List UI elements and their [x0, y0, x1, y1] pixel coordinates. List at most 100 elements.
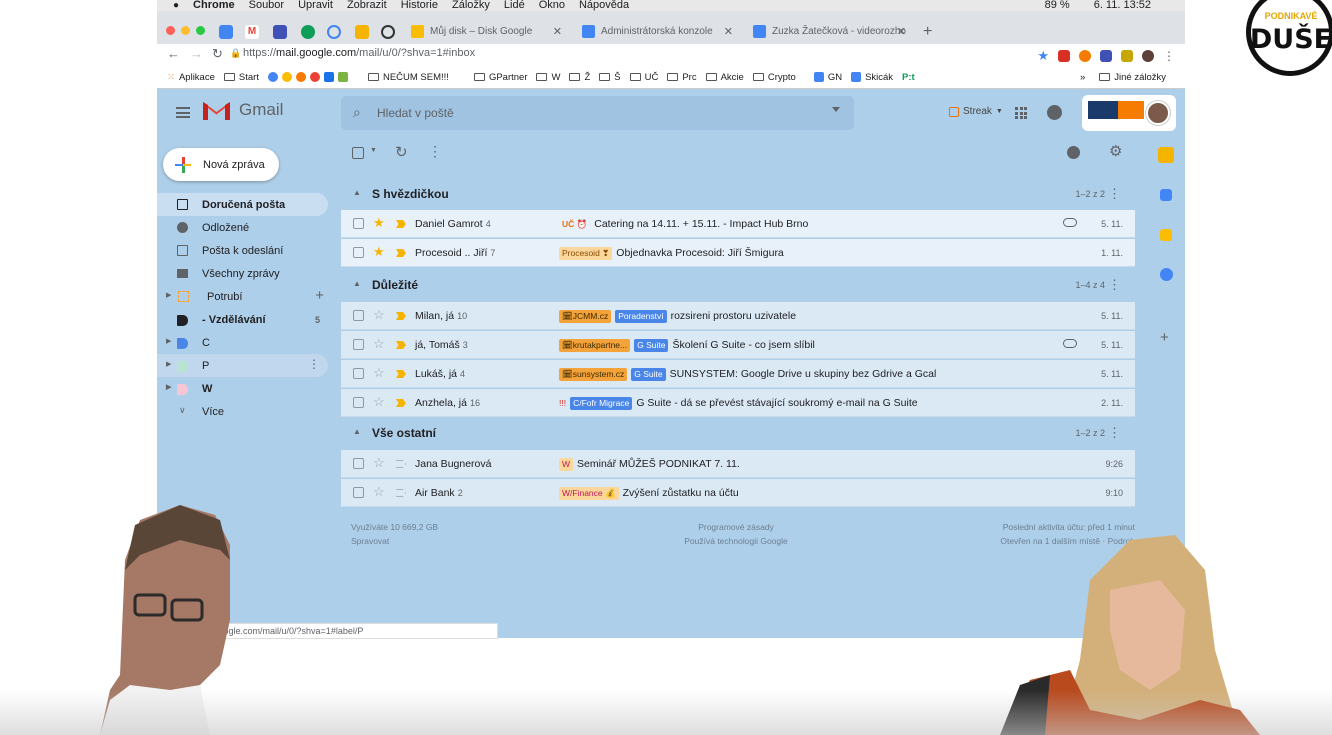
collapse-icon[interactable]: ▲: [353, 427, 361, 436]
search-icon[interactable]: ⌕: [353, 104, 361, 121]
section-title[interactable]: Vše ostatní: [372, 426, 436, 440]
sidebar-item-label-c[interactable]: ▶ C: [157, 331, 328, 354]
close-tab-icon[interactable]: ✕: [553, 20, 562, 44]
google-apps-icon[interactable]: [1015, 107, 1027, 119]
menu-clock[interactable]: 6. 11. 13:52: [1094, 0, 1151, 11]
pinned-tab-icon[interactable]: [355, 25, 369, 39]
star-icon[interactable]: ★: [373, 215, 385, 231]
pinned-tab-icon[interactable]: [219, 25, 233, 39]
label-chip[interactable]: UČ ⏰: [559, 218, 590, 231]
settings-gear-icon[interactable]: ⚙: [1109, 142, 1122, 160]
close-tab-icon[interactable]: ✕: [724, 20, 733, 44]
sidebar-item-pipelines[interactable]: ▶ Potrubí +: [157, 285, 328, 308]
collapse-icon[interactable]: ▲: [353, 188, 361, 197]
bookmark-skicak[interactable]: Skicák: [851, 72, 893, 83]
expand-arrow-icon[interactable]: ▶: [166, 383, 171, 391]
keep-notes-icon[interactable]: [1160, 229, 1172, 241]
gmail-logo[interactable]: Gmail: [203, 100, 283, 120]
sidebar-item-snoozed[interactable]: Odložené: [157, 216, 328, 239]
table-row[interactable]: ☆ Air Bank 2 W/Finance 💰 Zvýšení zůstatku…: [341, 479, 1135, 507]
table-row[interactable]: ☆ já, Tomáš 3 🗓krutakpartne... G Suite Šk…: [341, 331, 1135, 359]
important-marker-icon[interactable]: [396, 249, 406, 257]
close-window-icon[interactable]: [166, 26, 175, 35]
important-marker-icon[interactable]: [396, 370, 406, 378]
chrome-menu-icon[interactable]: ⋮: [1163, 49, 1175, 63]
row-checkbox[interactable]: [353, 458, 364, 469]
streak-button[interactable]: Streak ▼: [949, 106, 1003, 117]
section-options-icon[interactable]: ⋮: [1108, 277, 1121, 293]
sidebar-item-label-p[interactable]: ▶ P ⋮: [157, 354, 328, 377]
bookmark-folder[interactable]: UČ: [629, 72, 658, 83]
tab-drive[interactable]: Můj disk – Disk Google ✕: [402, 20, 570, 44]
forward-icon[interactable]: →: [190, 46, 203, 61]
url-field[interactable]: https://mail.google.com/mail/u/0/?shva=1…: [243, 47, 475, 59]
pinned-tab-icon[interactable]: [381, 25, 395, 39]
label-chip[interactable]: 🗓sunsystem.cz: [559, 367, 628, 381]
menu-item[interactable]: Soubor: [249, 0, 284, 11]
search-box[interactable]: ⌕ Hledat v poště: [341, 96, 854, 130]
chevron-down-icon[interactable]: ▼: [370, 147, 377, 154]
menu-item[interactable]: Historie: [401, 0, 438, 11]
table-row[interactable]: ☆ Lukáš, já 4 🗓sunsystem.cz G Suite SUNSY…: [341, 360, 1135, 388]
extension-icon[interactable]: [1121, 50, 1133, 62]
label-chip[interactable]: G Suite: [631, 367, 666, 381]
bookmark-folder[interactable]: NEČUM SEM!!!: [367, 72, 449, 83]
calendar-icon[interactable]: [1160, 189, 1172, 201]
menu-item[interactable]: Upravit: [298, 0, 333, 11]
menu-item[interactable]: Lidé: [504, 0, 525, 11]
apple-icon[interactable]: ●: [173, 0, 179, 11]
sidebar-item-more[interactable]: ∨ Více: [157, 400, 328, 423]
more-bookmarks-button[interactable]: »: [1080, 72, 1085, 83]
program-policies-link[interactable]: Programové zásady: [671, 520, 801, 534]
star-icon[interactable]: ☆: [373, 307, 385, 323]
sidebar-item-all-mail[interactable]: Všechny zprávy: [157, 262, 328, 285]
bookmark-folder[interactable]: Š: [599, 72, 621, 83]
table-row[interactable]: ☆ Milan, já 10 🗓JCMM.cz Poradenství rozsi…: [341, 302, 1135, 330]
star-icon[interactable]: ☆: [373, 394, 385, 410]
lock-icon[interactable]: 🔒: [230, 48, 241, 59]
row-checkbox[interactable]: [353, 247, 364, 258]
table-row[interactable]: ★ Procesoid .. Jiří 7 Procesoid ❣ Objedna…: [341, 239, 1135, 267]
bookmark-folder[interactable]: Crypto: [752, 72, 796, 83]
maximize-window-icon[interactable]: [196, 26, 205, 35]
pinned-tab-icon[interactable]: [273, 25, 287, 39]
label-chip[interactable]: W/Finance 💰: [559, 486, 619, 500]
extension-icon[interactable]: [1100, 50, 1112, 62]
row-checkbox[interactable]: [353, 218, 364, 229]
important-marker-icon[interactable]: [396, 489, 406, 497]
pinned-tab-icon[interactable]: [301, 25, 315, 39]
sidebar-item-outbox[interactable]: Pošta k odeslání: [157, 239, 328, 262]
tasks-icon[interactable]: [1160, 268, 1173, 281]
other-bookmarks[interactable]: Jiné záložky: [1099, 72, 1166, 83]
bookmark-folder[interactable]: GPartner: [473, 72, 527, 83]
minimize-window-icon[interactable]: [181, 26, 190, 35]
important-marker-icon[interactable]: [396, 399, 406, 407]
expand-arrow-icon[interactable]: ▶: [166, 291, 171, 299]
important-marker-icon[interactable]: [396, 460, 406, 468]
bookmark-icon[interactable]: [337, 72, 348, 82]
extension-icon[interactable]: [1079, 50, 1091, 62]
bookmark-icon[interactable]: [267, 72, 278, 82]
back-icon[interactable]: ←: [167, 46, 180, 61]
star-icon[interactable]: ☆: [373, 455, 385, 471]
label-chip[interactable]: !!!: [559, 398, 566, 409]
label-chip[interactable]: 🗓JCMM.cz: [559, 309, 612, 323]
bookmark-apps[interactable]: ⁙ Aplikace: [167, 72, 215, 83]
menu-app-name[interactable]: Chrome: [193, 0, 235, 11]
important-marker-icon[interactable]: [396, 220, 406, 228]
label-chip[interactable]: W: [559, 457, 574, 471]
table-row[interactable]: ☆ Jana Bugnerová W Seminář MŮŽEŠ PODNIKA…: [341, 450, 1135, 478]
row-checkbox[interactable]: [353, 397, 364, 408]
sidebar-item-label-education[interactable]: - Vzdělávání 5: [157, 308, 328, 331]
label-chip[interactable]: C/Fofr Migrace: [570, 396, 633, 410]
table-row[interactable]: ★ Daniel Gamrot 4 UČ ⏰ Catering na 14.11.…: [341, 210, 1135, 238]
bookmark-icon[interactable]: [281, 72, 292, 82]
bookmark-folder[interactable]: Akcie: [705, 72, 744, 83]
collapse-icon[interactable]: ▲: [353, 279, 361, 288]
sidebar-item-label-w[interactable]: ▶ W: [157, 377, 328, 400]
account-switcher[interactable]: [1082, 95, 1176, 131]
bookmark-pt[interactable]: P:t: [902, 72, 915, 83]
close-tab-icon[interactable]: ✕: [897, 20, 906, 44]
label-chip[interactable]: Procesoid ❣: [559, 246, 613, 260]
pinned-tab-icon[interactable]: [327, 25, 341, 39]
